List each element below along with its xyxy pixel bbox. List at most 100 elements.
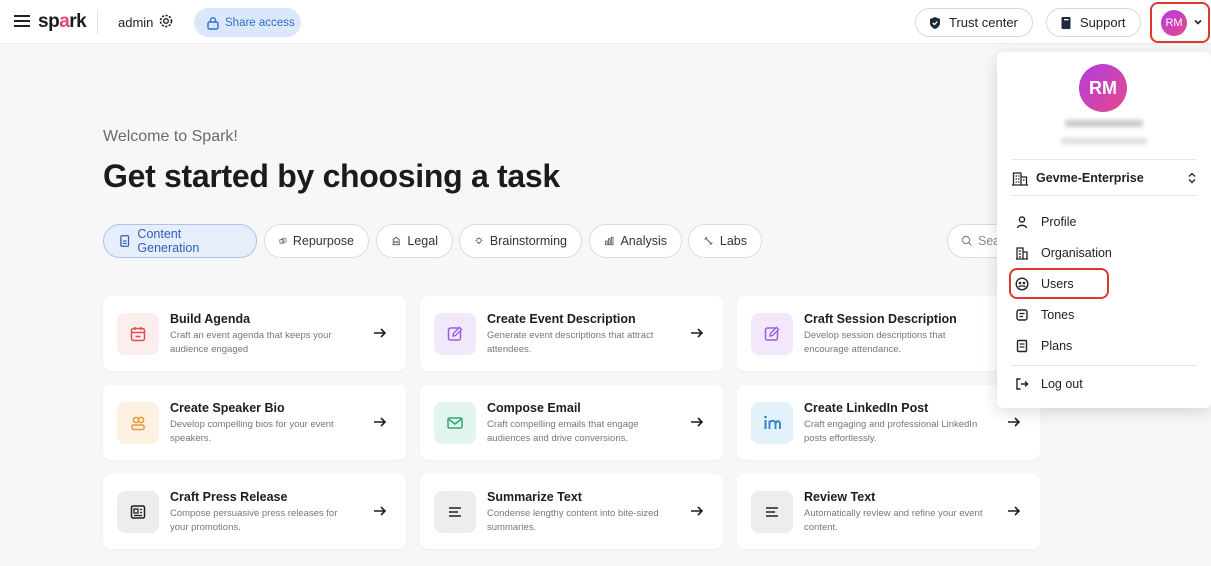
tab-repurpose[interactable]: Repurpose bbox=[264, 224, 369, 258]
menu-item-label: Tones bbox=[1041, 308, 1075, 322]
tab-brainstorming[interactable]: Brainstorming bbox=[459, 224, 582, 258]
card-description: Craft compelling emails that engage audi… bbox=[487, 419, 639, 444]
menu-item-label: Users bbox=[1041, 277, 1074, 291]
card-title: Review Text bbox=[804, 490, 876, 504]
tab-label: Legal bbox=[407, 234, 438, 248]
card-title: Build Agenda bbox=[170, 312, 251, 326]
logout-icon bbox=[1016, 378, 1029, 390]
trust-center-button[interactable]: Trust center bbox=[915, 8, 1033, 37]
task-card-compose-email[interactable]: Compose Email Craft compelling emails th… bbox=[420, 385, 723, 460]
bulb-icon bbox=[475, 236, 483, 244]
arrow-right-icon[interactable] bbox=[1006, 414, 1022, 430]
edit-icon bbox=[434, 313, 476, 355]
tab-analysis[interactable]: Analysis bbox=[589, 224, 682, 258]
support-button[interactable]: Support bbox=[1046, 8, 1141, 37]
avatar[interactable]: RM bbox=[1161, 10, 1187, 36]
plans-icon bbox=[1016, 339, 1028, 353]
menu-item-tones[interactable]: Tones bbox=[1015, 305, 1074, 325]
card-description: Automatically review and refine your eve… bbox=[804, 508, 983, 533]
account-menu: RM Gevme-Enterprise Profile Organisation… bbox=[997, 52, 1211, 408]
linkedin-icon bbox=[751, 402, 793, 444]
logout-button[interactable]: Log out bbox=[1015, 374, 1083, 394]
arrow-right-icon[interactable] bbox=[372, 414, 388, 430]
users-icon bbox=[1015, 277, 1029, 291]
organization-name: Gevme-Enterprise bbox=[1036, 171, 1144, 185]
tab-content-generation[interactable]: Content Generation bbox=[103, 224, 257, 258]
calendar-icon bbox=[117, 313, 159, 355]
card-title: Craft Press Release bbox=[170, 490, 288, 504]
gear-icon[interactable] bbox=[158, 13, 174, 29]
building-icon bbox=[392, 236, 400, 246]
task-card-create-event-description[interactable]: Create Event Description Generate event … bbox=[420, 296, 723, 371]
menu-item-label: Profile bbox=[1041, 215, 1077, 229]
menu-item-plans[interactable]: Plans bbox=[1015, 336, 1072, 356]
welcome-text: Welcome to Spark! bbox=[103, 128, 238, 145]
tab-label: Brainstorming bbox=[489, 234, 567, 248]
press-icon bbox=[117, 491, 159, 533]
repurpose-icon bbox=[279, 237, 287, 244]
tab-label: Analysis bbox=[620, 234, 667, 248]
card-description: Compose persuasive press releases for yo… bbox=[170, 508, 338, 533]
arrow-right-icon[interactable] bbox=[372, 325, 388, 341]
account-email-redacted bbox=[1061, 138, 1147, 144]
mail-icon bbox=[434, 402, 476, 444]
card-description: Condense lengthy content into bite-sized… bbox=[487, 508, 659, 533]
shield-icon bbox=[930, 16, 940, 29]
card-description: Develop compelling bios for your event s… bbox=[170, 419, 334, 444]
task-card-create-linkedin-post[interactable]: Create LinkedIn Post Craft engaging and … bbox=[737, 385, 1040, 460]
chevron-updown-icon bbox=[1188, 172, 1196, 184]
tab-labs[interactable]: Labs bbox=[688, 224, 762, 258]
organization-selector[interactable]: Gevme-Enterprise bbox=[1011, 168, 1197, 188]
lines-icon bbox=[751, 491, 793, 533]
task-card-craft-press-release[interactable]: Craft Press Release Compose persuasive p… bbox=[103, 474, 406, 549]
card-title: Create LinkedIn Post bbox=[804, 401, 929, 415]
workspace-name: admin bbox=[118, 15, 154, 30]
account-menu-toggle[interactable]: RM bbox=[1150, 2, 1210, 43]
tab-label: Repurpose bbox=[292, 234, 354, 248]
card-description: Generate event descriptions that attract… bbox=[487, 330, 654, 355]
arrow-right-icon[interactable] bbox=[1006, 503, 1022, 519]
share-access-button[interactable]: Share access bbox=[194, 8, 301, 37]
menu-divider bbox=[1011, 195, 1197, 196]
book-icon bbox=[1061, 16, 1071, 29]
spark-logo[interactable]: spark bbox=[38, 11, 87, 33]
task-card-create-speaker-bio[interactable]: Create Speaker Bio Develop compelling bi… bbox=[103, 385, 406, 460]
edit-icon bbox=[751, 313, 793, 355]
menu-item-label: Plans bbox=[1041, 339, 1073, 353]
search-icon bbox=[961, 235, 972, 246]
arrow-right-icon[interactable] bbox=[689, 503, 705, 519]
lock-icon bbox=[207, 16, 219, 30]
share-access-label: Share access bbox=[225, 16, 295, 29]
account-avatar: RM bbox=[1079, 64, 1127, 112]
account-name-redacted bbox=[1065, 120, 1143, 127]
card-title: Craft Session Description bbox=[804, 312, 957, 326]
logout-label: Log out bbox=[1041, 377, 1083, 391]
menu-item-label: Organisation bbox=[1041, 246, 1112, 260]
organisation-icon bbox=[1012, 172, 1028, 186]
organisation-icon bbox=[1016, 247, 1028, 260]
chevron-down-icon[interactable] bbox=[1193, 17, 1203, 27]
people-icon bbox=[117, 402, 159, 444]
tab-legal[interactable]: Legal bbox=[376, 224, 453, 258]
lines-icon bbox=[434, 491, 476, 533]
task-card-review-text[interactable]: Review Text Automatically review and ref… bbox=[737, 474, 1040, 549]
tab-label: Labs bbox=[719, 234, 747, 248]
page-title: Get started by choosing a task bbox=[103, 158, 560, 194]
task-card-summarize-text[interactable]: Summarize Text Condense lengthy content … bbox=[420, 474, 723, 549]
menu-item-profile[interactable]: Profile bbox=[1015, 212, 1076, 232]
card-title: Summarize Text bbox=[487, 490, 582, 504]
menu-item-organisation[interactable]: Organisation bbox=[1015, 243, 1112, 263]
chart-icon bbox=[605, 236, 614, 246]
card-description: Develop session descriptions that encour… bbox=[804, 330, 946, 355]
task-card-craft-session-description[interactable]: Craft Session Description Develop sessio… bbox=[737, 296, 1040, 371]
hamburger-menu-icon[interactable] bbox=[14, 14, 30, 28]
arrow-right-icon[interactable] bbox=[372, 503, 388, 519]
menu-item-users[interactable]: Users bbox=[1015, 274, 1074, 294]
arrow-right-icon[interactable] bbox=[689, 414, 705, 430]
trust-center-label: Trust center bbox=[949, 15, 1018, 30]
arrow-right-icon[interactable] bbox=[689, 325, 705, 341]
task-card-build-agenda[interactable]: Build Agenda Craft an event agenda that … bbox=[103, 296, 406, 371]
card-title: Create Event Description bbox=[487, 312, 636, 326]
header-divider bbox=[97, 10, 98, 34]
card-title: Create Speaker Bio bbox=[170, 401, 285, 415]
